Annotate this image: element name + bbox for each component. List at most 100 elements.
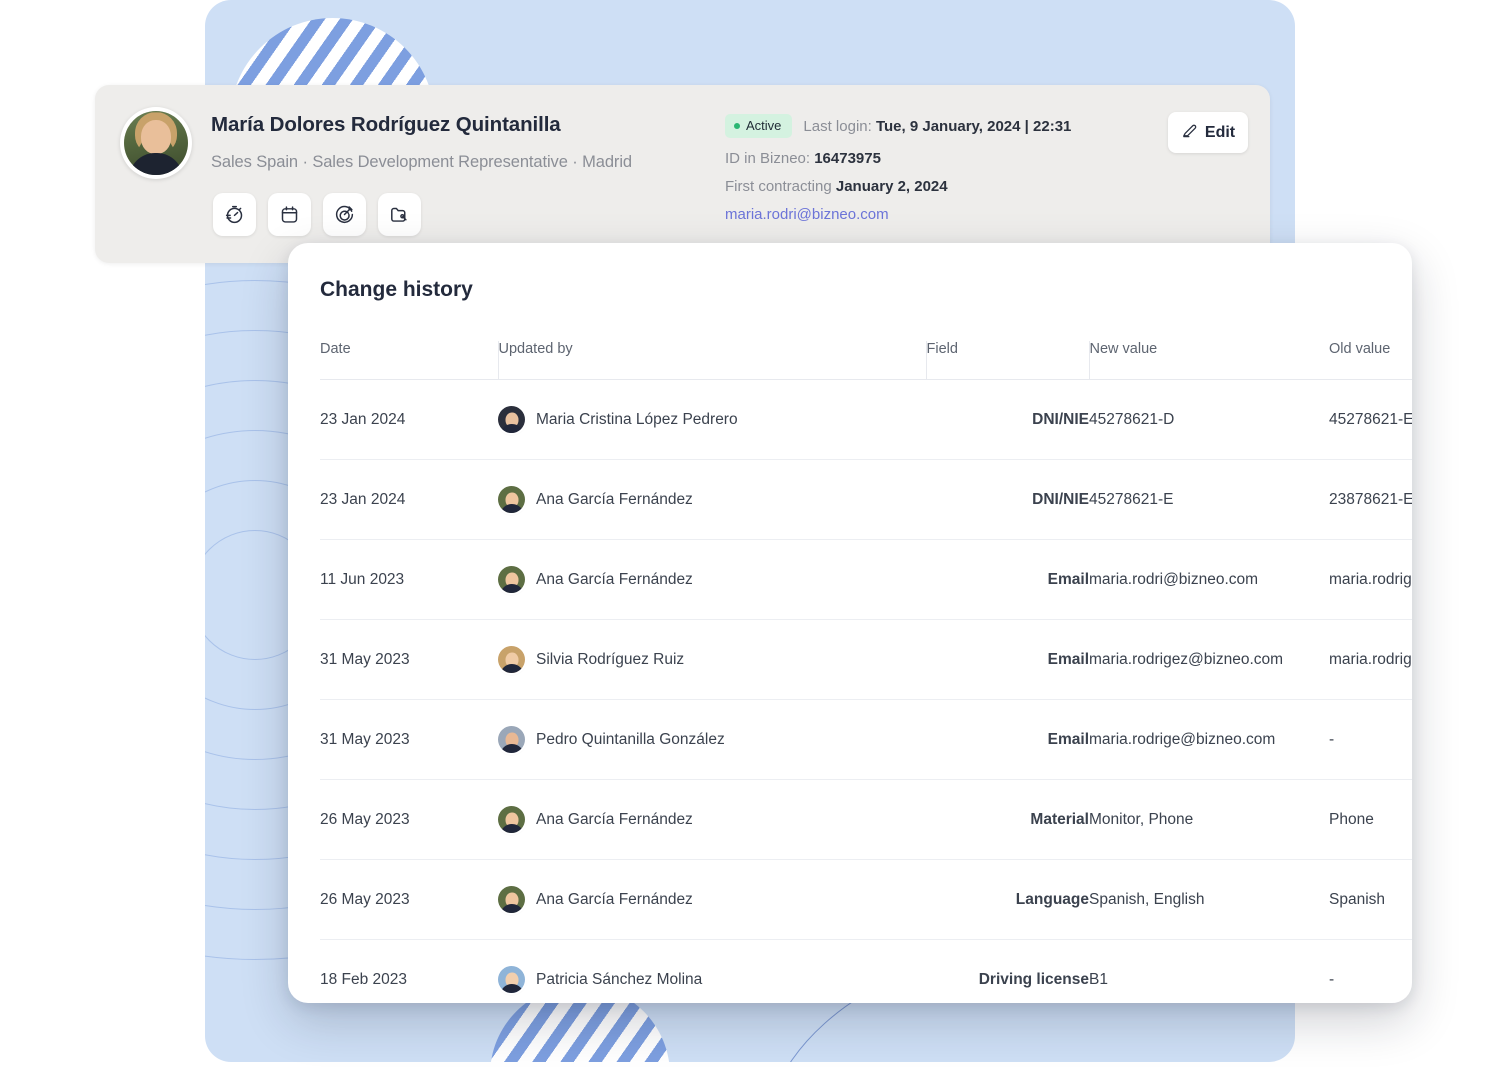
- user-cell: Ana García Fernández: [498, 886, 926, 913]
- cell-new-value: maria.rodrigez@bizneo.com: [1089, 619, 1329, 700]
- cell-old-value: maria.rodrige@bizneo.com: [1329, 619, 1412, 700]
- cell-date: 11 Jun 2023: [320, 539, 498, 620]
- table-body: 23 Jan 2024 Maria Cristina López Pedrero D…: [320, 379, 1412, 1003]
- cell-old-value: -: [1329, 939, 1412, 1003]
- edit-button-label: Edit: [1204, 123, 1236, 141]
- status-badge: Active: [725, 114, 793, 138]
- cell-new-value: maria.rodri@bizneo.com: [1089, 539, 1329, 620]
- table-row[interactable]: 26 May 2023 Ana García Fernández Language S…: [320, 859, 1412, 940]
- cell-field: Email: [926, 699, 1089, 780]
- screenshot-stage: María Dolores Rodríguez Quintanilla Sale…: [0, 0, 1500, 1067]
- first-contracting: First contracting January 2, 2024: [725, 178, 948, 195]
- first-contracting-label: First contracting: [725, 178, 832, 195]
- target-icon-button[interactable]: [323, 193, 366, 236]
- cell-field: Language: [926, 859, 1089, 940]
- bizneo-id-value: 16473975: [814, 150, 881, 167]
- column-header-field[interactable]: Field: [925, 341, 1089, 380]
- employee-profile-card: María Dolores Rodríguez Quintanilla Sale…: [95, 85, 1270, 263]
- user-cell: Silvia Rodríguez Ruiz: [498, 646, 926, 673]
- cell-field: Material: [926, 779, 1089, 860]
- table-row[interactable]: 31 May 2023 Pedro Quintanilla González Ema…: [320, 699, 1412, 780]
- user-avatar: [498, 646, 525, 673]
- user-cell: Patricia Sánchez Molina: [498, 966, 926, 993]
- user-avatar: [498, 886, 525, 913]
- cell-date: 23 Jan 2024: [320, 459, 498, 540]
- cell-old-value: 23878621-E: [1329, 459, 1412, 540]
- user-name: Pedro Quintanilla González: [536, 730, 725, 748]
- status-dot-icon: [734, 122, 740, 129]
- user-cell: Ana García Fernández: [498, 566, 926, 593]
- bizneo-id: ID in Bizneo: 16473975: [725, 150, 881, 167]
- table-row[interactable]: 23 Jan 2024 Ana García Fernández DNI/NIE 45…: [320, 459, 1412, 540]
- user-cell: Pedro Quintanilla González: [498, 726, 926, 753]
- cell-field: Email: [926, 619, 1089, 700]
- column-header-new-value[interactable]: New value: [1088, 341, 1329, 380]
- change-history-card: Change history Date Updated by Field New…: [288, 243, 1412, 1003]
- cell-field: DNI/NIE: [926, 379, 1089, 460]
- user-avatar: [498, 966, 525, 993]
- table-row[interactable]: 11 Jun 2023 Ana García Fernández Email mari…: [320, 539, 1412, 620]
- edit-button[interactable]: Edit: [1168, 112, 1248, 153]
- cell-old-value: Spanish: [1329, 859, 1412, 940]
- cell-date: 31 May 2023: [320, 699, 498, 780]
- user-name: Ana García Fernández: [536, 810, 693, 828]
- user-name: Ana García Fernández: [536, 570, 693, 588]
- cell-updated-by: Ana García Fernández: [498, 459, 926, 540]
- last-login-label: Last login:: [803, 117, 872, 135]
- table-header-row: Date Updated by Field New value Old valu…: [320, 341, 1412, 380]
- cell-updated-by: Maria Cristina López Pedrero: [498, 379, 926, 460]
- user-cell: Ana García Fernández: [498, 806, 926, 833]
- cell-date: 26 May 2023: [320, 779, 498, 860]
- folder-icon-button[interactable]: [378, 193, 421, 236]
- cell-new-value: B1: [1089, 939, 1329, 1003]
- user-avatar: [498, 726, 525, 753]
- cell-old-value: -: [1329, 699, 1412, 780]
- cell-new-value: Monitor, Phone: [1089, 779, 1329, 860]
- cell-field: Driving license: [926, 939, 1089, 1003]
- last-login: Last login: Tue, 9 January, 2024 | 22:31: [803, 118, 1071, 135]
- user-avatar: [498, 486, 525, 513]
- user-name: Silvia Rodríguez Ruiz: [536, 650, 685, 668]
- calendar-icon: [279, 204, 300, 225]
- cell-field: DNI/NIE: [926, 459, 1089, 540]
- stopwatch-icon: [224, 204, 245, 225]
- table-header: Date Updated by Field New value Old valu…: [320, 341, 1412, 380]
- avatar: [120, 107, 192, 179]
- cell-old-value: 45278621-E: [1329, 379, 1412, 460]
- column-header-old-value[interactable]: Old value: [1329, 341, 1412, 380]
- page-title: Change history: [320, 278, 473, 301]
- employee-email-link[interactable]: maria.rodri@bizneo.com: [725, 206, 889, 223]
- profile-action-icons: [213, 193, 421, 236]
- cell-date: 23 Jan 2024: [320, 379, 498, 460]
- last-login-value: Tue, 9 January, 2024 | 22:31: [875, 117, 1072, 135]
- user-cell: Ana García Fernández: [498, 486, 926, 513]
- table-row[interactable]: 31 May 2023 Silvia Rodríguez Ruiz Email mar…: [320, 619, 1412, 700]
- column-header-date[interactable]: Date: [320, 341, 498, 380]
- user-name: Ana García Fernández: [536, 490, 693, 508]
- avatar-face: [141, 119, 171, 154]
- bizneo-id-label: ID in Bizneo:: [725, 150, 811, 167]
- cell-new-value: maria.rodrige@bizneo.com: [1089, 699, 1329, 780]
- cell-new-value: Spanish, English: [1089, 859, 1329, 940]
- cell-old-value: maria.rodrigez@bizneo.com: [1329, 539, 1412, 620]
- table-row[interactable]: 18 Feb 2023 Patricia Sánchez Molina Drivin…: [320, 939, 1412, 1003]
- user-name: Patricia Sánchez Molina: [536, 970, 703, 988]
- user-cell: Maria Cristina López Pedrero: [498, 406, 926, 433]
- avatar-body: [129, 153, 183, 175]
- stopwatch-icon-button[interactable]: [213, 193, 256, 236]
- user-avatar: [498, 406, 525, 433]
- cell-new-value: 45278621-D: [1089, 379, 1329, 460]
- cell-date: 26 May 2023: [320, 859, 498, 940]
- calendar-icon-button[interactable]: [268, 193, 311, 236]
- table-row[interactable]: 23 Jan 2024 Maria Cristina López Pedrero D…: [320, 379, 1412, 460]
- table-row[interactable]: 26 May 2023 Ana García Fernández Material M…: [320, 779, 1412, 860]
- column-header-updated-by[interactable]: Updated by: [497, 341, 926, 380]
- employee-name: María Dolores Rodríguez Quintanilla: [211, 113, 561, 136]
- employee-meta: Sales Spain · Sales Development Represen…: [211, 153, 632, 171]
- cell-old-value: Phone: [1329, 779, 1412, 860]
- status-badge-label: Active: [746, 118, 782, 133]
- cell-new-value: 45278621-E: [1089, 459, 1329, 540]
- cell-updated-by: Pedro Quintanilla González: [498, 699, 926, 780]
- user-name: Maria Cristina López Pedrero: [536, 410, 738, 428]
- folder-icon: [389, 204, 410, 225]
